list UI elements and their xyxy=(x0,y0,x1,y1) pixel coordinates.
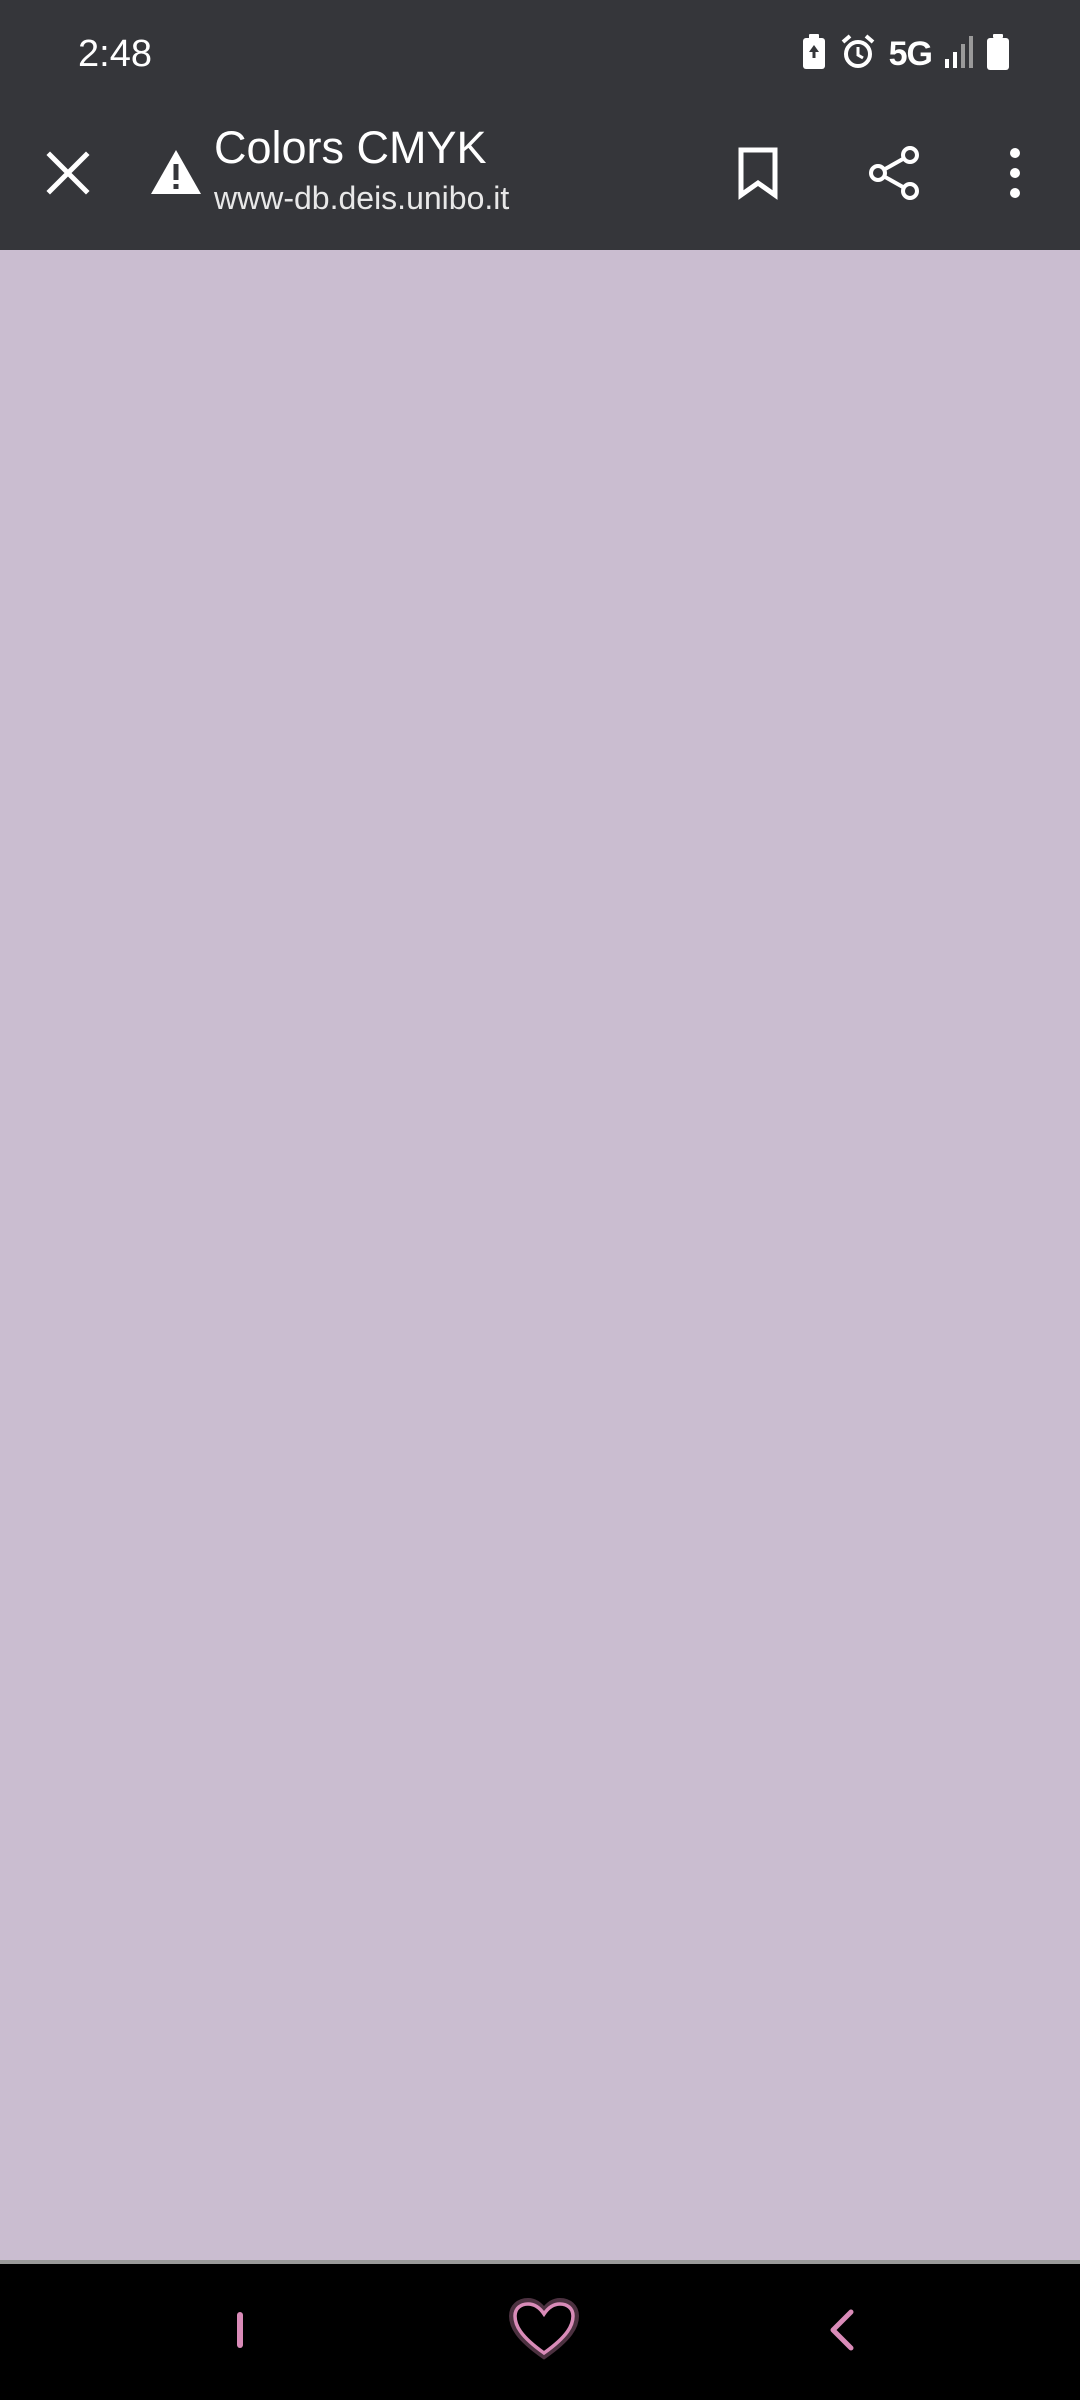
close-icon xyxy=(46,150,90,200)
navigation-bar xyxy=(0,2264,1080,2400)
back-icon xyxy=(827,2308,857,2357)
share-button[interactable] xyxy=(852,130,936,220)
status-time: 2:48 xyxy=(78,33,152,75)
signal-icon xyxy=(944,35,974,74)
share-icon xyxy=(865,144,923,207)
connection-warning-button[interactable] xyxy=(140,134,212,214)
status-bar: 2:48 5G xyxy=(0,0,1080,104)
phone-screen: 2:48 5G Colors CMYK www-db.deis.unibo.it xyxy=(0,0,1080,2400)
more-vert-icon xyxy=(1008,147,1022,204)
back-button[interactable] xyxy=(802,2284,882,2380)
close-tab-button[interactable] xyxy=(28,130,108,220)
home-button[interactable] xyxy=(496,2284,592,2380)
page-title-block[interactable]: Colors CMYK www-db.deis.unibo.it xyxy=(214,118,694,218)
page-title: Colors CMYK xyxy=(214,122,487,173)
page-content-color[interactable] xyxy=(0,250,1080,2262)
battery-icon xyxy=(986,33,1010,76)
more-options-button[interactable] xyxy=(975,130,1055,220)
alarm-icon xyxy=(839,33,877,76)
recents-button[interactable] xyxy=(200,2284,280,2380)
recents-icon xyxy=(235,2310,245,2355)
page-url: www-db.deis.unibo.it xyxy=(214,180,510,216)
home-heart-icon xyxy=(508,2297,580,2367)
browser-toolbar: Colors CMYK www-db.deis.unibo.it xyxy=(0,104,1080,250)
bookmark-button[interactable] xyxy=(718,130,798,220)
status-icons: 5G xyxy=(801,30,1010,78)
warning-icon xyxy=(149,148,203,201)
network-type: 5G xyxy=(888,34,933,73)
bookmark-icon xyxy=(736,146,780,205)
battery-saver-icon xyxy=(801,33,827,76)
